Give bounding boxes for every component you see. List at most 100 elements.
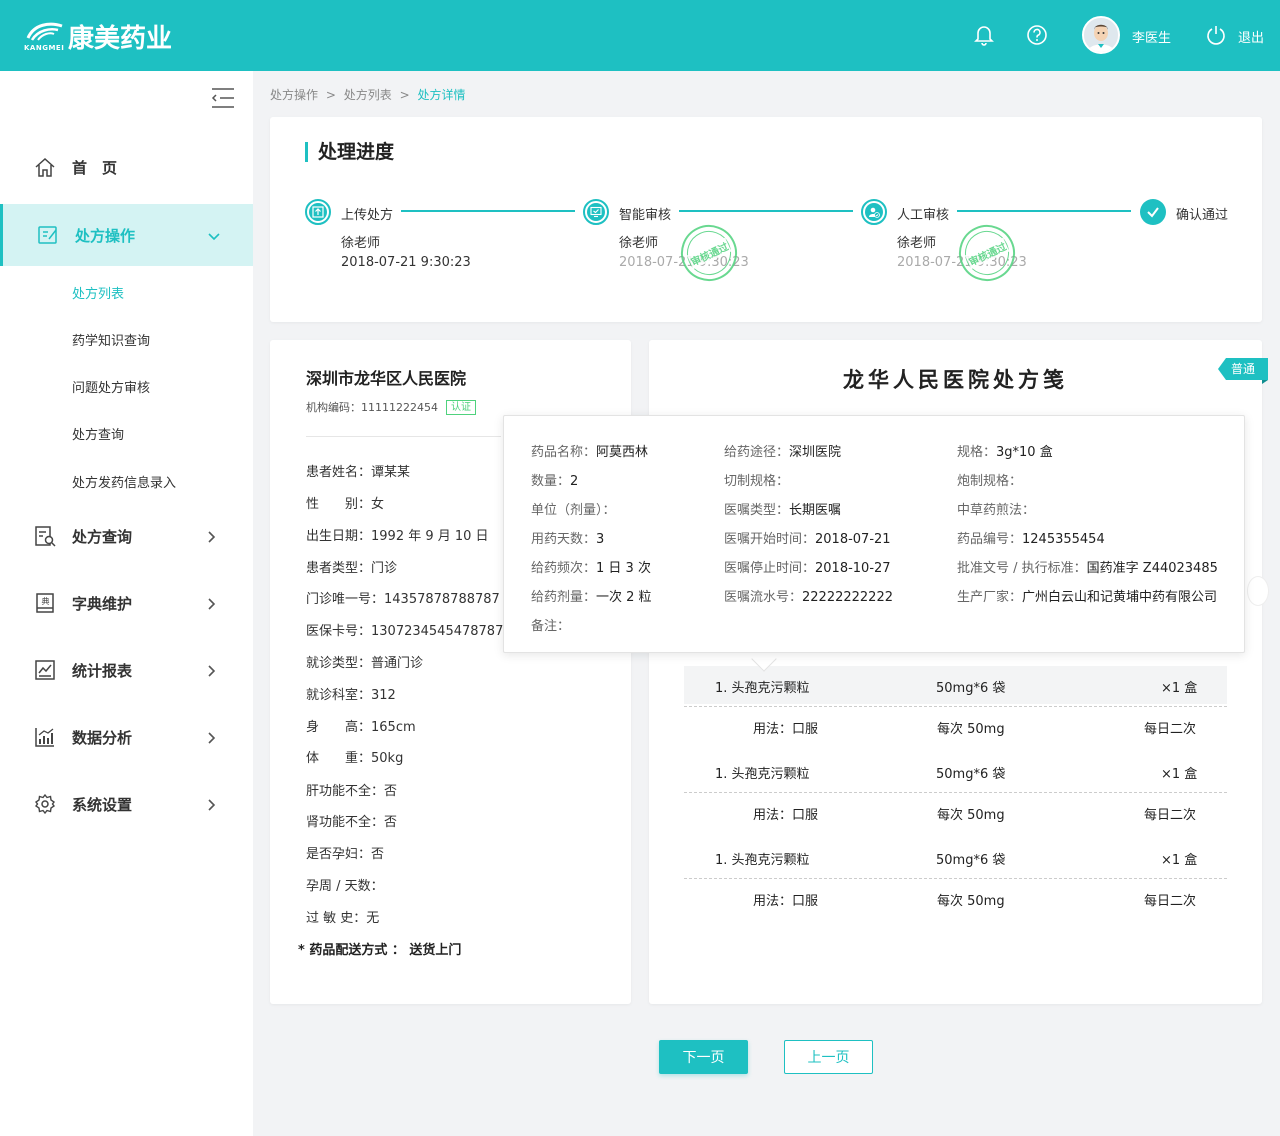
popup-field: 切制规格： (724, 470, 789, 489)
patient-field: 医保卡号：13072345454787878 (306, 624, 512, 639)
medication-row[interactable]: 1. 头孢克污颗粒 50mg*6 袋 ×1 盒 (684, 752, 1227, 790)
approved-stamp: 审核通过 (671, 215, 747, 291)
prescription-type-tag: 普通 (1218, 358, 1268, 380)
help-icon[interactable] (1024, 22, 1050, 48)
med-dose: 每次 50mg (937, 722, 1005, 737)
field-label: 给药剂量： (531, 590, 597, 605)
field-label: 医嘱类型： (724, 503, 790, 518)
menu-collapse-icon[interactable] (210, 87, 236, 109)
patient-field: 患者姓名：谭某某 (306, 465, 411, 480)
medication-row[interactable]: 1. 头孢克污颗粒 50mg*6 袋 ×1 盒 (684, 666, 1227, 704)
sidebar-item-label: 首 页 (72, 158, 118, 177)
med-usage: 用法：口服 (753, 722, 819, 737)
sidebar-item-analytics[interactable]: 数据分析 (0, 706, 253, 768)
check-icon (1140, 199, 1166, 225)
field-label: 中草药煎法： (957, 503, 1036, 518)
patient-field: 患者类型：门诊 (306, 561, 398, 576)
field-label: 医嘱停止时间： (724, 561, 816, 576)
breadcrumb-separator: > (325, 88, 336, 102)
step-connector (957, 210, 1131, 212)
progress-card: 处理进度 上传处方 徐老师 2018-07-21 9:30:23 智能审核 徐老… (270, 117, 1262, 322)
popup-field: 用药天数：3 (531, 528, 604, 547)
bell-icon[interactable] (971, 22, 997, 48)
patient-field: 过 敏 史：无 (306, 911, 380, 926)
prescription-title: 龙华人民医院处方笺 (843, 367, 1068, 392)
query-icon (34, 525, 56, 547)
usage-row: 用法：口服 每次 50mg 每日二次 (684, 792, 1227, 830)
popup-field: 炮制规格： (957, 470, 1022, 489)
upload-icon (305, 199, 331, 225)
next-page-button[interactable]: 下一页 (659, 1040, 748, 1074)
sidebar-sub-prescription-query[interactable]: 处方查询 (72, 424, 124, 443)
org-code: 机构编码：11111222454 认证 (306, 399, 476, 415)
step-connector (679, 210, 853, 212)
sidebar-item-dictionary[interactable]: 典 字典维护 (0, 572, 253, 634)
patient-field: 身 高：165cm (306, 720, 416, 735)
sidebar-sub-problem-review[interactable]: 问题处方审核 (72, 377, 150, 396)
popup-field: 备注： (531, 615, 570, 634)
field-label: 炮制规格： (957, 474, 1023, 489)
sidebar-sub-dispense-entry[interactable]: 处方发药信息录入 (72, 472, 176, 491)
patient-field: 是否孕妇：否 (306, 847, 385, 862)
user-check-icon (861, 199, 887, 225)
field-label: 医嘱开始时间： (724, 532, 816, 547)
home-icon (34, 156, 56, 178)
sidebar-item-report[interactable]: 统计报表 (0, 639, 253, 701)
step-user: 徐老师 (897, 236, 937, 251)
sidebar-item-home[interactable]: 首 页 (0, 136, 253, 198)
gear-icon (34, 793, 56, 815)
user-name[interactable]: 李医生 (1132, 27, 1171, 46)
breadcrumb-current: 处方详情 (417, 88, 466, 102)
field-value: 3 (596, 532, 605, 547)
field-value: 国药准字 Z44023485 (1086, 561, 1218, 576)
medication-row[interactable]: 1. 头孢克污颗粒 50mg*6 袋 ×1 盒 (684, 838, 1227, 876)
field-label: 规格： (957, 445, 997, 460)
brand-name: 康美药业 (68, 24, 173, 54)
breadcrumb-item[interactable]: 处方列表 (344, 88, 392, 102)
stamp-text: 审核通过 (964, 237, 1010, 269)
tag-fold (1262, 380, 1268, 384)
popup-field: 医嘱停止时间：2018-10-27 (724, 557, 891, 576)
chevron-right-icon (204, 797, 218, 811)
monitor-check-icon (583, 199, 609, 225)
field-label: 生产厂家： (957, 590, 1023, 605)
prev-page-button[interactable]: 上一页 (784, 1040, 873, 1074)
brand-logo[interactable]: KANGMEI 康美药业 (24, 18, 172, 55)
logo-subtext: KANGMEI (24, 43, 65, 52)
med-freq: 每日二次 (1144, 894, 1197, 909)
hospital-name: 深圳市龙华区人民医院 (306, 369, 467, 388)
sidebar-item-query[interactable]: 处方查询 (0, 505, 253, 567)
popup-field: 中草药煎法： (957, 499, 1035, 518)
avatar[interactable] (1082, 16, 1120, 54)
med-qty: ×1 盒 (1161, 767, 1198, 782)
step-user: 徐老师 (341, 236, 381, 251)
popup-field: 生产厂家：广州白云山和记黄埔中药有限公司 (957, 586, 1217, 605)
usage-row: 用法：口服 每次 50mg 每日二次 (684, 706, 1227, 744)
sidebar-item-label: 处方查询 (72, 527, 133, 546)
popup-field: 医嘱类型：长期医嘱 (724, 499, 841, 518)
field-label: 切制规格： (724, 474, 790, 489)
sidebar-sub-prescription-list[interactable]: 处方列表 (72, 283, 124, 302)
field-value: 22222222222 (802, 590, 893, 605)
power-icon[interactable] (1203, 22, 1229, 48)
field-value: 深圳医院 (789, 445, 842, 460)
scroll-handle[interactable] (1247, 576, 1269, 606)
field-value: 阿莫西林 (596, 445, 649, 460)
chevron-right-icon (204, 529, 218, 543)
sidebar-sub-pharma-knowledge[interactable]: 药学知识查询 (72, 330, 150, 349)
field-value: 一次 2 粒 (596, 590, 652, 605)
breadcrumb-item[interactable]: 处方操作 (270, 88, 318, 102)
chevron-right-icon (204, 730, 218, 744)
sidebar-item-label: 处方操作 (75, 226, 136, 245)
sidebar: 首 页 处方操作 处方列表 药学知识查询 问题处方审核 处方查询 处方发药信息录… (0, 71, 253, 1136)
logout-link[interactable]: 退出 (1238, 27, 1264, 46)
field-value: 2018-10-27 (815, 561, 891, 576)
med-dose: 每次 50mg (937, 894, 1005, 909)
analytics-icon (34, 726, 56, 748)
sidebar-item-prescription-ops[interactable]: 处方操作 (0, 204, 253, 266)
med-spec: 50mg*6 袋 (936, 767, 1006, 782)
med-freq: 每日二次 (1144, 808, 1197, 823)
approved-stamp: 审核通过 (949, 215, 1025, 291)
sidebar-item-settings[interactable]: 系统设置 (0, 773, 253, 835)
step-user: 徐老师 (619, 236, 659, 251)
